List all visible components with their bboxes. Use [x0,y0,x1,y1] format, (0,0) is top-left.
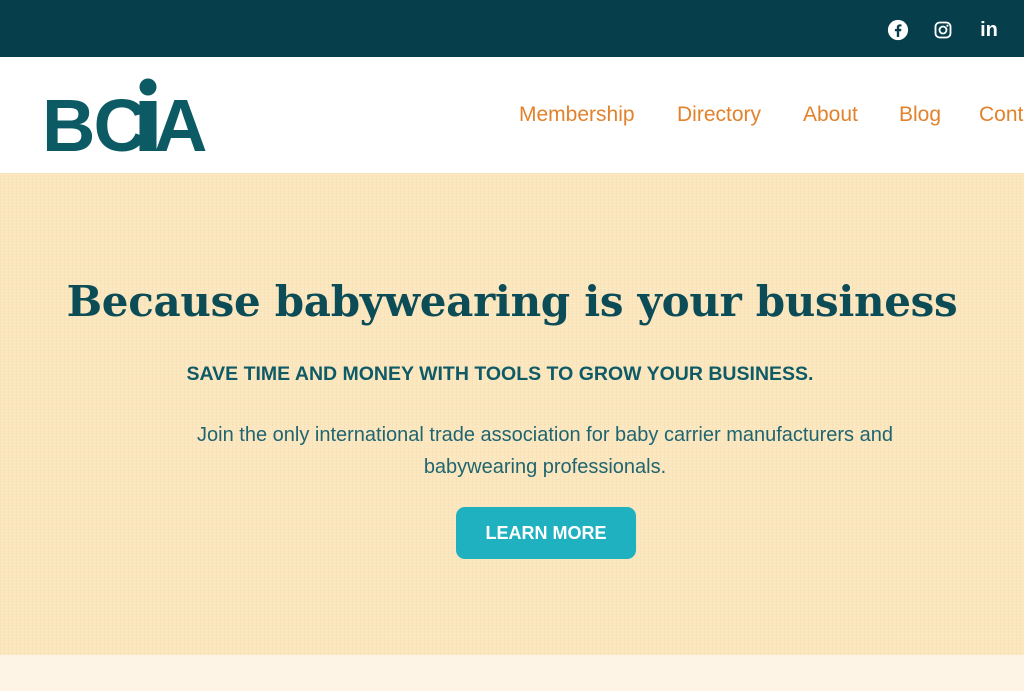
hero-title: Because babywearing is your business [66,277,958,326]
nav-contact[interactable]: Cont [979,103,1023,127]
hero-section [0,173,1024,655]
nav-membership[interactable]: Membership [519,103,635,127]
next-section-strip [0,655,1024,691]
learn-more-button[interactable]: LEARN MORE [456,507,636,559]
hero-description: Join the only international trade associ… [197,424,893,478]
nav-blog[interactable]: Blog [899,103,941,127]
nav-about[interactable]: About [803,103,858,127]
bcia-logo[interactable]: BC A [42,75,214,167]
hero-subtitle: SAVE TIME AND MONEY WITH TOOLS TO GROW Y… [186,363,814,385]
facebook-icon[interactable] [886,18,910,42]
instagram-icon[interactable] [931,18,955,42]
nav-directory[interactable]: Directory [677,103,761,127]
linkedin-icon[interactable]: in [977,18,1001,42]
svg-text:BC: BC [42,84,145,155]
svg-text:A: A [154,84,207,155]
bcia-logo-mark: BC A [42,78,207,167]
top-bar [0,0,1024,57]
